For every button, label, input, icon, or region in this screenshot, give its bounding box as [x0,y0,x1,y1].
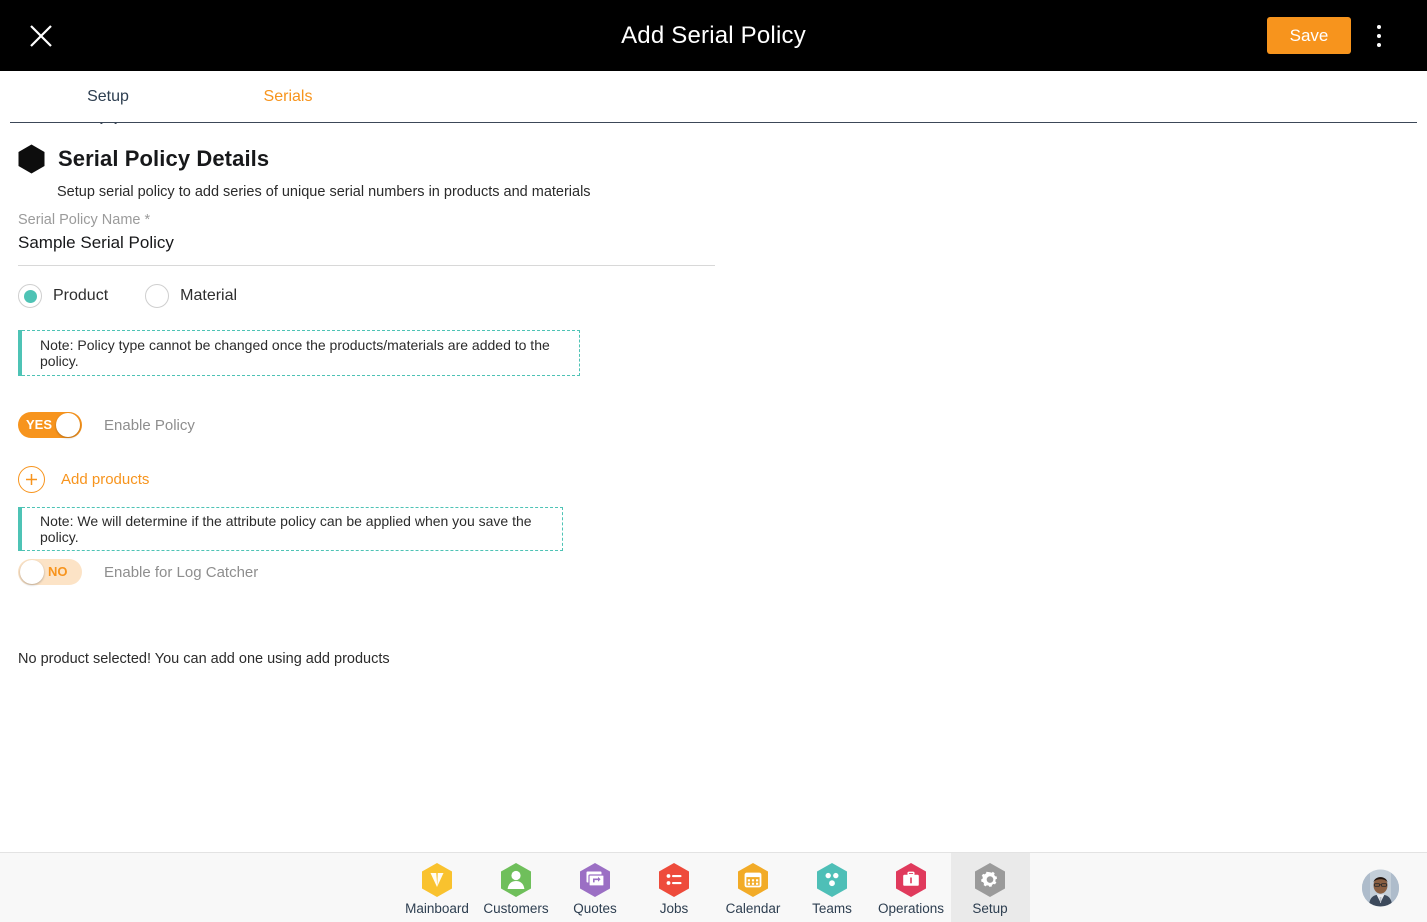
radio-unselected-icon [145,284,170,308]
serial-policy-name-label: Serial Policy Name * [18,212,151,228]
note-attribute-policy: Note: We will determine if the attribute… [18,507,563,551]
nav-item-quotes[interactable]: Quotes [556,853,635,922]
enable-policy-label: Enable Policy [104,416,195,434]
top-bar: Add Serial Policy Save [0,0,1427,71]
close-icon [28,23,54,49]
enable-policy-row: YES Enable Policy [18,412,195,438]
calendar-icon [736,862,770,898]
radio-material-label: Material [180,287,238,304]
hexagon-icon [18,144,45,174]
enable-policy-state: YES [26,417,53,432]
serial-policy-name-field[interactable]: Serial Policy Name * Sample Serial Polic… [18,212,715,266]
enable-log-catcher-toggle[interactable]: NO [18,559,82,585]
radio-material[interactable]: Material [145,284,237,308]
nav-item-setup[interactable]: Setup [950,853,1030,922]
note-attribute-policy-text: Note: We will determine if the attribute… [40,513,532,545]
plus-circle-icon [18,466,45,493]
operations-icon [894,862,928,898]
enable-log-catcher-label: Enable for Log Catcher [104,563,259,581]
radio-product[interactable]: Product [18,284,108,308]
nav-item-teams[interactable]: Teams [793,853,872,922]
bottom-nav-bar: Mainboard Customers Quotes Jobs Calendar… [0,852,1427,922]
nav-item-jobs[interactable]: Jobs [635,853,714,922]
serial-policy-name-input[interactable]: Sample Serial Policy [18,233,715,265]
main-content: Serial Policy Details Setup serial polic… [0,124,1427,845]
mainboard-icon [420,862,454,898]
nav-item-customers[interactable]: Customers [477,853,556,922]
tab-setup[interactable]: Setup [62,71,154,123]
empty-state-message: No product selected! You can add one usi… [18,651,390,667]
radio-product-label: Product [53,287,109,304]
field-underline [18,265,715,266]
teams-icon [815,862,849,898]
enable-log-catcher-state: NO [48,564,68,579]
nav-label-calendar: Calendar [725,900,781,916]
page-title: Add Serial Policy [621,21,806,49]
nav-label-mainboard: Mainboard [405,900,469,916]
tab-divider [10,122,1417,123]
nav-label-customers: Customers [483,900,549,916]
section-header: Serial Policy Details [18,144,269,174]
jobs-icon [657,862,691,898]
section-subtitle: Setup serial policy to add series of uni… [57,184,591,200]
close-button[interactable] [24,19,58,53]
kebab-dot [1377,42,1381,47]
nav-label-setup: Setup [972,900,1008,916]
save-button[interactable]: Save [1267,17,1351,54]
user-avatar[interactable] [1362,869,1399,906]
nav-item-mainboard[interactable]: Mainboard [398,853,477,922]
nav-label-jobs: Jobs [659,900,689,916]
kebab-dot [1377,24,1381,29]
gear-icon [973,862,1007,898]
nav-label-operations: Operations [877,900,945,916]
policy-type-radio-group: Product Material [18,284,237,308]
radio-selected-icon [18,284,42,308]
quotes-icon [578,862,612,898]
customers-icon [499,862,533,898]
nav-label-quotes: Quotes [573,900,617,916]
nav-item-operations[interactable]: Operations [872,853,951,922]
enable-log-catcher-row: NO Enable for Log Catcher [18,559,258,585]
add-products-label: Add products [61,471,150,488]
tab-bar: Setup Serials [0,71,1427,133]
section-title: Serial Policy Details [58,146,270,171]
add-products-button[interactable]: Add products [18,466,149,493]
enable-policy-toggle[interactable]: YES [18,412,82,438]
app-root: Add Serial Policy Save Setup Serials Ser… [0,0,1427,922]
nav-label-teams: Teams [812,900,852,916]
note-policy-type-text: Note: Policy type cannot be changed once… [40,337,550,369]
toggle-knob [20,560,44,584]
tab-serials[interactable]: Serials [232,71,344,123]
note-policy-type: Note: Policy type cannot be changed once… [18,330,580,376]
nav-item-calendar[interactable]: Calendar [714,853,793,922]
kebab-dot [1377,33,1381,38]
overflow-menu-button[interactable] [1367,21,1391,51]
bottom-nav-items: Mainboard Customers Quotes Jobs Calendar… [0,853,1427,922]
toggle-knob [56,413,80,437]
